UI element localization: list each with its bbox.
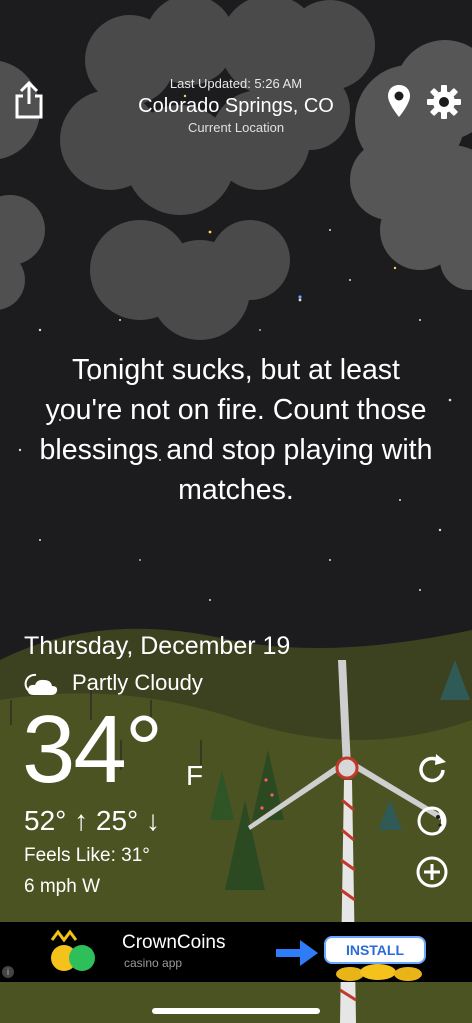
home-indicator[interactable] [152,1008,320,1014]
location-button[interactable] [386,84,412,118]
partly-cloudy-icon [24,671,60,697]
install-button[interactable]: INSTALL [324,936,426,964]
location-pin-icon [388,85,410,117]
share-button[interactable] [12,80,46,120]
moon-button[interactable] [414,803,450,839]
add-icon [416,856,448,888]
condition-label: Partly Cloudy [72,670,203,695]
arrow-right-icon [274,938,320,968]
gold-coins-image [330,962,426,982]
high-low-temps: 52° ↑ 25° ↓ [24,805,161,836]
current-location-label: Current Location [187,120,285,135]
refresh-icon [419,754,446,783]
crowncoins-logo [46,928,98,976]
location-header: Last Updated: 5:26 AM Colorado Springs, … [100,76,372,136]
share-icon [15,80,43,119]
wind-label: 6 mph W [24,876,101,897]
ad-info-icon[interactable]: i [2,966,14,978]
snarky-forecast-text: Tonight sucks, but at least you're not o… [39,354,433,506]
ad-subtitle: casino app [124,956,183,970]
ad-banner[interactable]: CrownCoins casino app INSTALL i [0,922,472,982]
top-bar: Last Updated: 5:26 AM Colorado Springs, … [0,0,472,160]
ad-title: CrownCoins [122,932,226,953]
date-label: Thursday, December 19 [24,632,291,660]
city-name[interactable]: Colorado Springs, CO [100,92,372,120]
gear-icon [427,85,461,119]
refresh-button[interactable] [414,752,450,788]
temperature-value: 34° [22,696,163,803]
temperature-unit[interactable]: F [186,760,203,792]
moon-phase-icon [417,806,447,836]
add-location-button[interactable] [414,854,450,890]
feels-like-label: Feels Like: 31° [24,845,150,866]
last-updated-label: Last Updated: 5:26 AM [169,76,303,91]
settings-button[interactable] [426,84,462,120]
